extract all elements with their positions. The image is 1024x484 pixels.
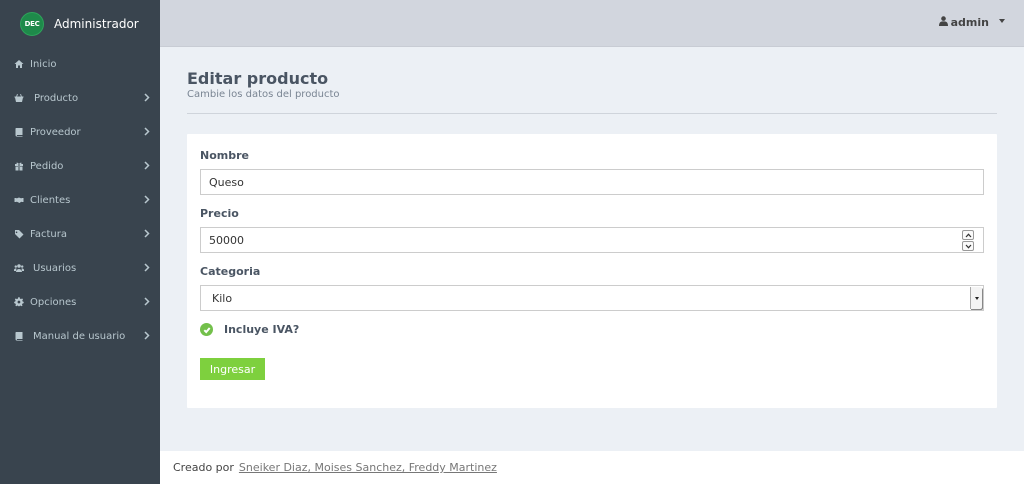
sidebar-item-label: Opciones [30, 296, 77, 308]
main-content: Editar producto Cambie los datos del pro… [160, 47, 1024, 451]
precio-label: Precio [200, 207, 239, 220]
user-menu[interactable]: admin [938, 16, 1005, 29]
user-icon [938, 16, 951, 29]
categoria-selected: Kilo [212, 291, 233, 305]
home-icon [12, 59, 26, 69]
nombre-label: Nombre [200, 149, 249, 162]
chevron-right-icon [142, 161, 151, 170]
check-circle-icon [200, 323, 213, 336]
chevron-right-icon [142, 297, 151, 306]
product-form-card: Nombre Queso Precio 50000 Categoria Kilo… [187, 134, 997, 408]
sidebar-item-factura[interactable]: Factura [0, 217, 160, 251]
top-header: admin [160, 0, 1024, 47]
chevron-right-icon [142, 127, 151, 136]
precio-value: 50000 [209, 233, 244, 247]
sidebar-nav: Inicio Producto Proveedor Pedido Cliente… [0, 47, 160, 353]
iva-label: Incluye IVA? [224, 323, 300, 336]
footer-authors-link[interactable]: Sneiker Diaz, Moises Sanchez, Freddy Mar… [239, 461, 497, 474]
book-icon [12, 331, 26, 341]
chevron-right-icon [142, 93, 151, 102]
sidebar-item-inicio[interactable]: Inicio [0, 47, 160, 81]
sidebar-item-opciones[interactable]: Opciones [0, 285, 160, 319]
handshake-icon [12, 195, 26, 205]
brand[interactable]: DEC Administrador [0, 0, 160, 47]
user-name: admin [950, 16, 989, 29]
increment-button[interactable] [962, 230, 974, 240]
basket-icon [12, 93, 26, 103]
sidebar: DEC Administrador Inicio Producto Provee… [0, 0, 160, 484]
sidebar-item-label: Clientes [30, 194, 71, 206]
sidebar-item-label: Producto [34, 92, 79, 104]
categoria-label: Categoria [200, 265, 261, 278]
tags-icon [12, 229, 26, 239]
decrement-button[interactable] [962, 241, 974, 251]
page-subtitle: Cambie los datos del producto [187, 89, 340, 100]
gear-icon [12, 297, 26, 307]
precio-input[interactable]: 50000 [200, 227, 984, 253]
iva-checkbox[interactable]: Incluye IVA? [200, 323, 299, 336]
sidebar-item-usuarios[interactable]: Usuarios [0, 251, 160, 285]
footer: Creado por Sneiker Diaz, Moises Sanchez,… [160, 451, 1024, 484]
brand-logo: DEC [20, 11, 44, 36]
ingresar-button[interactable]: Ingresar [200, 358, 265, 380]
page-title: Editar producto [187, 69, 329, 88]
divider [187, 113, 997, 114]
gift-icon [12, 161, 26, 171]
brand-name: Administrador [54, 16, 139, 31]
chevron-right-icon [142, 331, 151, 340]
sidebar-item-clientes[interactable]: Clientes [0, 183, 160, 217]
sidebar-item-label: Factura [30, 228, 67, 240]
chevron-right-icon [142, 229, 151, 238]
caret-down-icon [999, 19, 1005, 23]
sidebar-item-label: Usuarios [33, 262, 77, 274]
sidebar-item-label: Manual de usuario [33, 330, 126, 342]
users-icon [12, 263, 26, 273]
sidebar-item-label: Proveedor [30, 126, 81, 138]
nombre-input[interactable]: Queso [200, 169, 984, 195]
sidebar-item-label: Inicio [30, 58, 57, 70]
sidebar-item-proveedor[interactable]: Proveedor [0, 115, 160, 149]
footer-prefix: Creado por [173, 461, 234, 474]
precio-spinner [962, 230, 974, 251]
sidebar-item-manual[interactable]: Manual de usuario [0, 319, 160, 353]
select-arrow-icon [970, 287, 982, 309]
sidebar-item-producto[interactable]: Producto [0, 81, 160, 115]
book-icon [12, 127, 26, 137]
chevron-right-icon [142, 195, 151, 204]
sidebar-item-label: Pedido [30, 160, 64, 172]
categoria-select[interactable]: Kilo [200, 285, 984, 311]
chevron-right-icon [142, 263, 151, 272]
sidebar-item-pedido[interactable]: Pedido [0, 149, 160, 183]
nombre-value: Queso [209, 175, 244, 189]
